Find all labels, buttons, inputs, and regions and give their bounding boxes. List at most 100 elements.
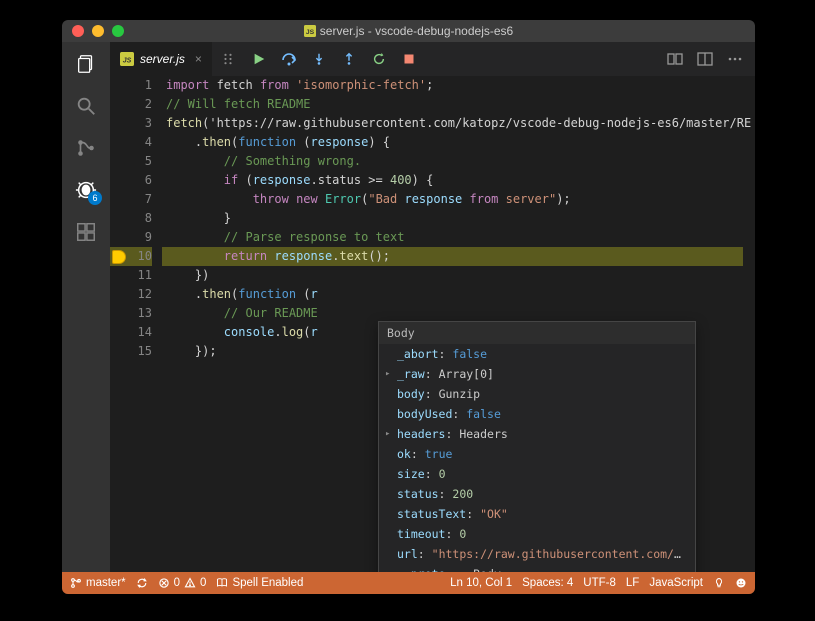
breakpoint-slot[interactable] — [110, 152, 128, 171]
code-line[interactable]: if (response.status >= 400) { — [162, 171, 755, 190]
js-file-icon: JS — [120, 52, 134, 66]
code-line[interactable]: } — [162, 209, 755, 228]
line-number: 7 — [128, 190, 152, 209]
code-line[interactable]: .then(function (response) { — [162, 133, 755, 152]
lightbulb-icon — [713, 577, 725, 589]
explorer-tab[interactable] — [74, 52, 98, 76]
line-number: 14 — [128, 323, 152, 342]
close-window-button[interactable] — [72, 25, 84, 37]
hover-property-row[interactable]: url: "https://raw.githubusercontent.com/… — [379, 544, 695, 564]
code-line[interactable]: throw new Error("Bad response from serve… — [162, 190, 755, 209]
breakpoint-slot[interactable] — [110, 171, 128, 190]
cursor-position-status[interactable]: Ln 10, Col 1 — [450, 577, 512, 589]
breakpoint-slot[interactable] — [110, 133, 128, 152]
drag-handle-icon[interactable] — [223, 52, 237, 66]
line-number: 15 — [128, 342, 152, 361]
line-number: 1 — [128, 76, 152, 95]
window-title: JS server.js - vscode-debug-nodejs-es6 — [62, 24, 755, 38]
hover-property-row[interactable]: _abort: false — [379, 344, 695, 364]
extensions-tab[interactable] — [74, 220, 98, 244]
line-number: 6 — [128, 171, 152, 190]
step-over-button[interactable] — [281, 51, 297, 67]
feedback-smiley[interactable] — [735, 577, 747, 589]
continue-button[interactable] — [251, 51, 267, 67]
line-number: 3 — [128, 114, 152, 133]
breakpoint-slot[interactable] — [110, 247, 128, 266]
breakpoint-slot[interactable] — [110, 228, 128, 247]
problems-status[interactable]: 0 0 — [158, 577, 207, 589]
source-control-tab[interactable] — [74, 136, 98, 160]
code-line[interactable]: fetch('https://raw.githubusercontent.com… — [162, 114, 755, 133]
debug-hover-popup[interactable]: Body _abort: false_raw: Array[0]body: Gu… — [378, 321, 696, 572]
code-line[interactable]: // Will fetch README — [162, 95, 755, 114]
code-line[interactable]: }) — [162, 266, 755, 285]
hover-property-row[interactable]: timeout: 0 — [379, 524, 695, 544]
breakpoint-slot[interactable] — [110, 323, 128, 342]
vscode-window: JS server.js - vscode-debug-nodejs-es6 6 — [62, 20, 755, 594]
zoom-window-button[interactable] — [112, 25, 124, 37]
breakpoint-gutter[interactable] — [110, 76, 128, 572]
breakpoint-slot[interactable] — [110, 190, 128, 209]
close-tab-button[interactable]: × — [195, 52, 202, 66]
breakpoint-slot[interactable] — [110, 209, 128, 228]
hover-property-row[interactable]: _raw: Array[0] — [379, 364, 695, 384]
restart-button[interactable] — [371, 51, 387, 67]
line-number-gutter: 123456789101112131415 — [128, 76, 162, 572]
code-editor[interactable]: 123456789101112131415 import fetch from … — [110, 76, 755, 572]
search-tab[interactable] — [74, 94, 98, 118]
minimize-window-button[interactable] — [92, 25, 104, 37]
language-mode-status[interactable]: JavaScript — [649, 577, 703, 589]
code-line[interactable]: // Something wrong. — [162, 152, 755, 171]
split-editor-icon[interactable] — [697, 51, 713, 67]
warning-icon — [184, 577, 196, 589]
tab-server-js[interactable]: JS server.js × — [110, 42, 213, 76]
code-line[interactable]: return response.text(); — [162, 247, 755, 266]
debug-toolbar — [223, 51, 417, 67]
breakpoint-slot[interactable] — [110, 76, 128, 95]
error-icon — [158, 577, 170, 589]
line-number: 2 — [128, 95, 152, 114]
hover-title: Body — [379, 322, 695, 344]
hover-property-row[interactable]: statusText: "OK" — [379, 504, 695, 524]
hover-property-row[interactable]: size: 0 — [379, 464, 695, 484]
tab-label: server.js — [140, 52, 185, 66]
line-number: 8 — [128, 209, 152, 228]
breakpoint-slot[interactable] — [110, 114, 128, 133]
hover-property-row[interactable]: headers: Headers — [379, 424, 695, 444]
hover-property-row[interactable]: bodyUsed: false — [379, 404, 695, 424]
hover-property-row[interactable]: status: 200 — [379, 484, 695, 504]
debug-tab[interactable]: 6 — [74, 178, 98, 202]
encoding-status[interactable]: UTF-8 — [583, 577, 616, 589]
breakpoint-slot[interactable] — [110, 95, 128, 114]
step-into-button[interactable] — [311, 51, 327, 67]
sync-status[interactable] — [136, 577, 148, 589]
git-branch-status[interactable]: master* — [70, 577, 126, 589]
hover-property-row[interactable]: body: Gunzip — [379, 384, 695, 404]
traffic-lights — [72, 25, 124, 37]
line-number: 4 — [128, 133, 152, 152]
status-bar: master* 0 0 Spell Enabled Ln 10, Col 1 S… — [62, 572, 755, 594]
breakpoint-slot[interactable] — [110, 304, 128, 323]
hover-property-row[interactable]: __proto__: Body — [379, 564, 695, 572]
breakpoint-slot[interactable] — [110, 342, 128, 361]
titlebar: JS server.js - vscode-debug-nodejs-es6 — [62, 20, 755, 42]
stop-button[interactable] — [401, 51, 417, 67]
eol-status[interactable]: LF — [626, 577, 639, 589]
step-out-button[interactable] — [341, 51, 357, 67]
feedback-lightbulb[interactable] — [713, 577, 725, 589]
code-line[interactable]: .then(function (r — [162, 285, 755, 304]
spell-status[interactable]: Spell Enabled — [216, 577, 303, 589]
svg-text:JS: JS — [306, 29, 315, 36]
sync-icon — [136, 577, 148, 589]
hover-property-row[interactable]: ok: true — [379, 444, 695, 464]
split-compare-icon[interactable] — [667, 51, 683, 67]
code-line[interactable]: import fetch from 'isomorphic-fetch'; — [162, 76, 755, 95]
breakpoint-slot[interactable] — [110, 266, 128, 285]
line-number: 12 — [128, 285, 152, 304]
breakpoint-slot[interactable] — [110, 285, 128, 304]
code-line[interactable]: // Parse response to text — [162, 228, 755, 247]
indentation-status[interactable]: Spaces: 4 — [522, 577, 573, 589]
more-actions-icon[interactable] — [727, 51, 743, 67]
editor-actions — [667, 51, 755, 67]
js-file-icon: JS — [304, 25, 316, 37]
